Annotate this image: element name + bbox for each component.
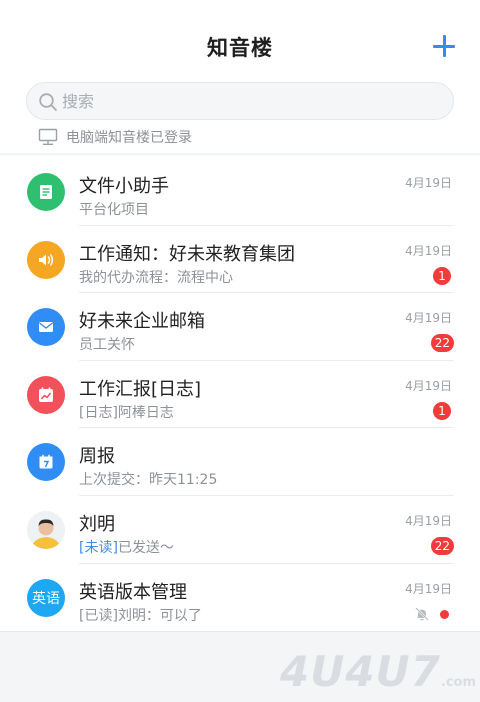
conversation-preview: [日志]阿棒日志: [79, 404, 174, 421]
conversation-item[interactable]: 刘明 [未读]已发送～ 4月19日 22: [0, 496, 480, 564]
pc-login-status[interactable]: 电脑端知音楼已登录: [38, 127, 192, 147]
conversation-item[interactable]: 好未来企业邮箱 员工关怀 4月19日 22: [0, 293, 480, 361]
conversation-date: 4月19日: [405, 513, 452, 528]
desktop-icon: [38, 128, 58, 145]
watermark-logo: 4U4U7.com: [279, 647, 476, 696]
conversation-date: 4月19日: [405, 311, 452, 326]
conversation-name: 刘明: [79, 513, 115, 535]
pc-login-text: 电脑端知音楼已登录: [66, 130, 192, 146]
user-avatar: [27, 510, 65, 549]
speaker-icon: [27, 240, 65, 279]
unread-tag: [未读]: [79, 539, 118, 556]
search-icon: [39, 93, 57, 111]
mail-icon: [27, 308, 65, 347]
unread-badge: 22: [430, 334, 454, 353]
conversation-item[interactable]: 周报 上次提交：昨天11:25: [0, 428, 480, 496]
group-avatar: 英语: [27, 578, 65, 617]
conversation-preview: [未读]已发送～: [79, 537, 174, 557]
bottom-area: 4U4U7.com: [0, 631, 480, 702]
conversation-preview: 上次提交：昨天11:25: [79, 472, 218, 489]
add-button[interactable]: [430, 32, 458, 60]
conversation-date: 4月19日: [405, 378, 452, 393]
unread-badge: 22: [430, 536, 454, 555]
unread-badge: 1: [433, 401, 451, 420]
file-helper-icon: [27, 173, 65, 211]
group-avatar-text: 英语: [32, 590, 60, 607]
preview-text: 刘明：可以了: [117, 607, 202, 624]
divider: [0, 153, 480, 157]
preview-text: 已发送～: [117, 539, 174, 556]
conversation-item[interactable]: 文件小助手 平台化项目 4月19日: [0, 158, 480, 226]
conversation-name: 工作通知：好未来教育集团: [79, 243, 295, 265]
conversation-item[interactable]: 英语 英语版本管理 [已读]刘明：可以了 4月19日: [0, 564, 480, 632]
conversation-preview: 我的代办流程：流程中心: [79, 269, 233, 286]
conversation-name: 好未来企业邮箱: [79, 311, 205, 333]
conversation-name: 文件小助手: [79, 176, 169, 197]
conversation-item[interactable]: 工作汇报[日志] [日志]阿棒日志 4月19日 1: [0, 361, 480, 429]
conversation-preview: [已读]刘明：可以了: [79, 605, 202, 625]
conversation-date: 4月19日: [405, 243, 452, 258]
unread-badge: 1: [433, 266, 451, 285]
search-bar[interactable]: [26, 82, 454, 120]
conversation-preview: 平台化项目: [79, 202, 149, 218]
page-title: 知音楼: [207, 36, 273, 60]
conversation-date: 4月19日: [405, 176, 452, 190]
conversation-name: 工作汇报[日志]: [79, 378, 202, 400]
conversation-name: 英语版本管理: [79, 581, 187, 603]
app-header: 知音楼: [0, 0, 480, 80]
calendar-icon: [27, 443, 65, 482]
conversation-item[interactable]: 工作通知：好未来教育集团 我的代办流程：流程中心 4月19日 1: [0, 226, 480, 294]
unread-dot: [440, 609, 449, 619]
conversation-name: 周报: [79, 446, 115, 468]
mute-bell-icon: [415, 606, 429, 621]
report-chart-icon: [27, 375, 65, 414]
read-tag: [已读]: [79, 607, 118, 624]
search-input[interactable]: [62, 83, 442, 119]
conversation-list: 文件小助手 平台化项目 4月19日 工作通知：好未来教育集团 我的代办流程：流程…: [0, 158, 480, 631]
conversation-preview: 员工关怀: [79, 337, 135, 354]
conversation-date: 4月19日: [405, 581, 452, 596]
